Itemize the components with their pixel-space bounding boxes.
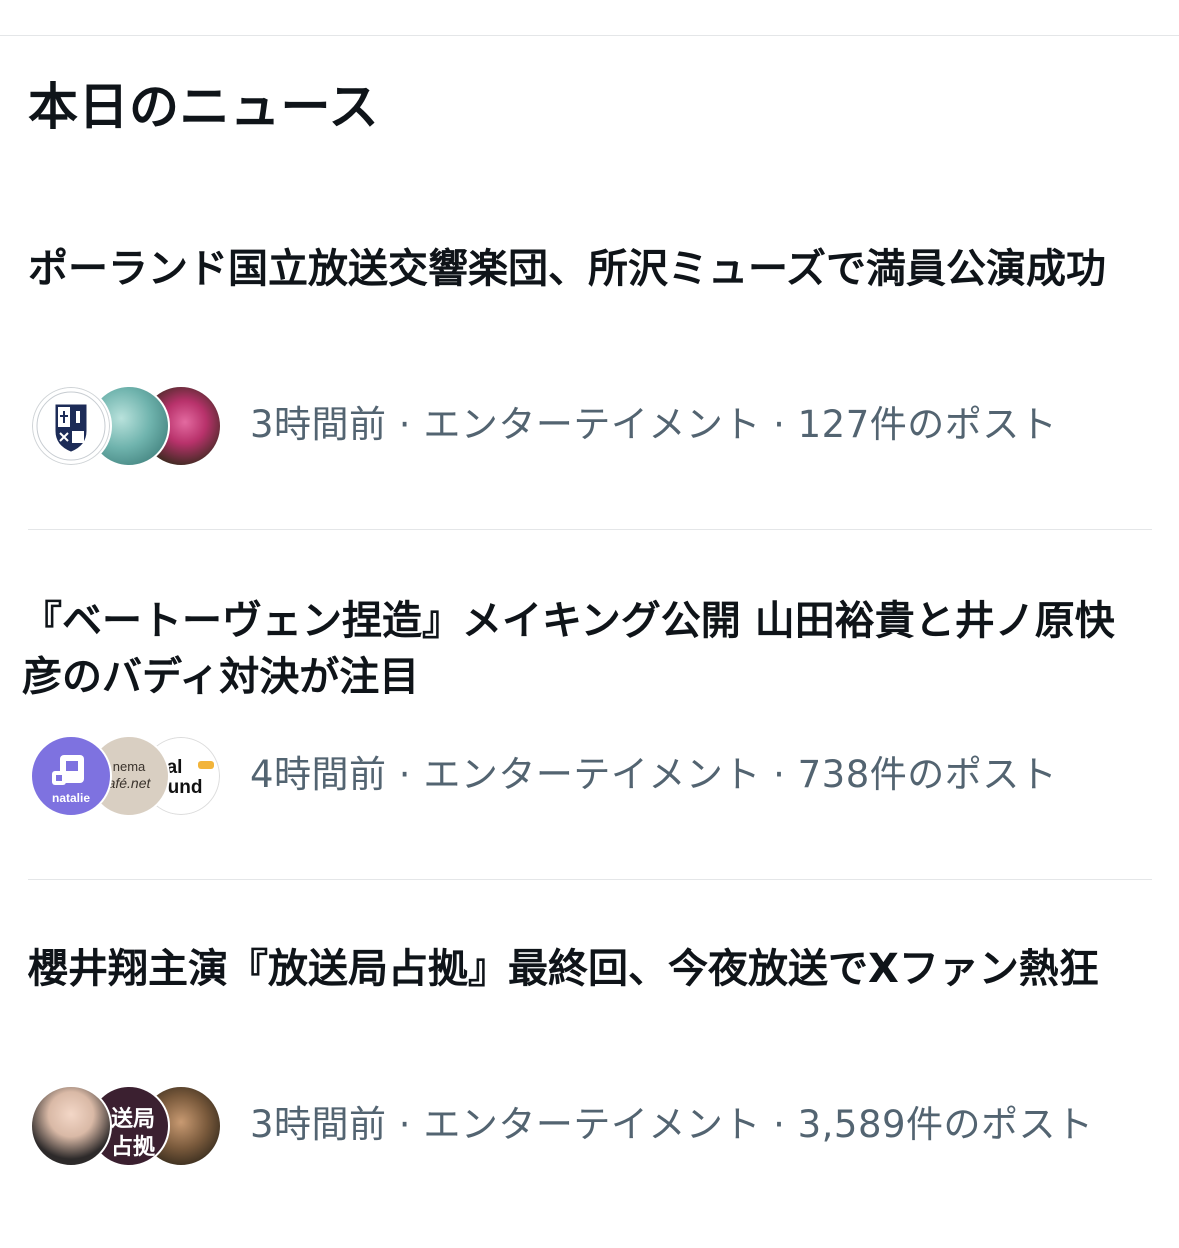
person-photo [30, 1085, 112, 1167]
news-item[interactable]: ポーランド国立放送交響楽団、所沢ミューズで満員公演成功 3時間前 · エンターテ… [0, 241, 1179, 491]
news-headline[interactable]: 『ベートーヴェン捏造』メイキング公開 山田裕貴と井ノ原快彦のバディ対決が注目 [22, 593, 1150, 705]
news-item[interactable]: 『ベートーヴェン捏造』メイキング公開 山田裕貴と井ノ原快彦のバディ対決が注目 n… [0, 593, 1179, 843]
news-headline[interactable]: 櫻井翔主演『放送局占拠』最終回、今夜放送でXファン熱狂 [28, 941, 1156, 997]
realsound-badge-icon [198, 761, 214, 769]
divider [28, 879, 1152, 880]
news-headline[interactable]: ポーランド国立放送交響楽団、所沢ミューズで満員公演成功 [28, 241, 1156, 297]
news-meta: 3時間前 · エンターテイメント · 127件のポスト [250, 403, 1058, 446]
news-meta: 3時間前 · エンターテイメント · 3,589件のポスト [250, 1103, 1094, 1146]
news-item[interactable]: 櫻井翔主演『放送局占拠』最終回、今夜放送でXファン熱狂 送局 占拠 3時間前 ·… [0, 941, 1179, 1191]
news-meta-row: 3時間前 · エンターテイメント · 127件のポスト [30, 383, 1170, 467]
avatar-stack [30, 383, 230, 467]
natalie-label: natalie [51, 791, 90, 805]
divider [28, 529, 1152, 530]
news-meta-row: 送局 占拠 3時間前 · エンターテイメント · 3,589件のポスト [30, 1083, 1170, 1167]
top-divider [0, 35, 1179, 36]
natalie-logo-icon: natalie [30, 735, 112, 817]
muse-logo-icon [30, 385, 112, 467]
section-title: 本日のニュース [28, 78, 379, 136]
avatar-stack: natalie nema afé.net eal ound [30, 733, 230, 817]
news-meta: 4時間前 · エンターテイメント · 738件のポスト [250, 753, 1058, 796]
news-meta-row: natalie nema afé.net eal ound 4時間前 · エンタ… [30, 733, 1170, 817]
avatar-stack: 送局 占拠 [30, 1083, 230, 1167]
